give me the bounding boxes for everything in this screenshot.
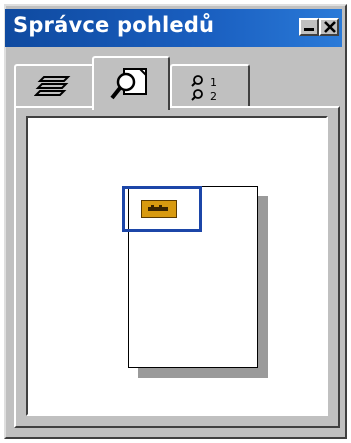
svg-text:1: 1 xyxy=(210,76,217,89)
close-button[interactable] xyxy=(319,18,339,36)
numbered-views-icon: 1 2 xyxy=(191,75,217,103)
svg-text:2: 2 xyxy=(210,90,217,103)
close-icon xyxy=(324,21,336,33)
window-title: Správce pohledů xyxy=(13,13,215,37)
layers-icon xyxy=(34,76,71,96)
title-bar[interactable]: Správce pohledů xyxy=(5,9,342,47)
tab-page-view[interactable] xyxy=(92,56,170,110)
minimize-button[interactable] xyxy=(299,18,319,36)
tab-numbered-views[interactable]: 1 2 xyxy=(170,64,250,108)
drawing-content-icon xyxy=(148,205,168,211)
drawing-thumbnail xyxy=(141,200,177,218)
view-rectangle[interactable] xyxy=(122,186,202,232)
page-preview-canvas[interactable] xyxy=(26,116,328,416)
minimize-icon xyxy=(304,28,314,31)
tab-panel xyxy=(14,106,340,428)
page-magnifier-icon xyxy=(110,68,147,100)
tab-layers[interactable] xyxy=(14,64,94,108)
tab-strip: 1 2 xyxy=(14,56,344,110)
